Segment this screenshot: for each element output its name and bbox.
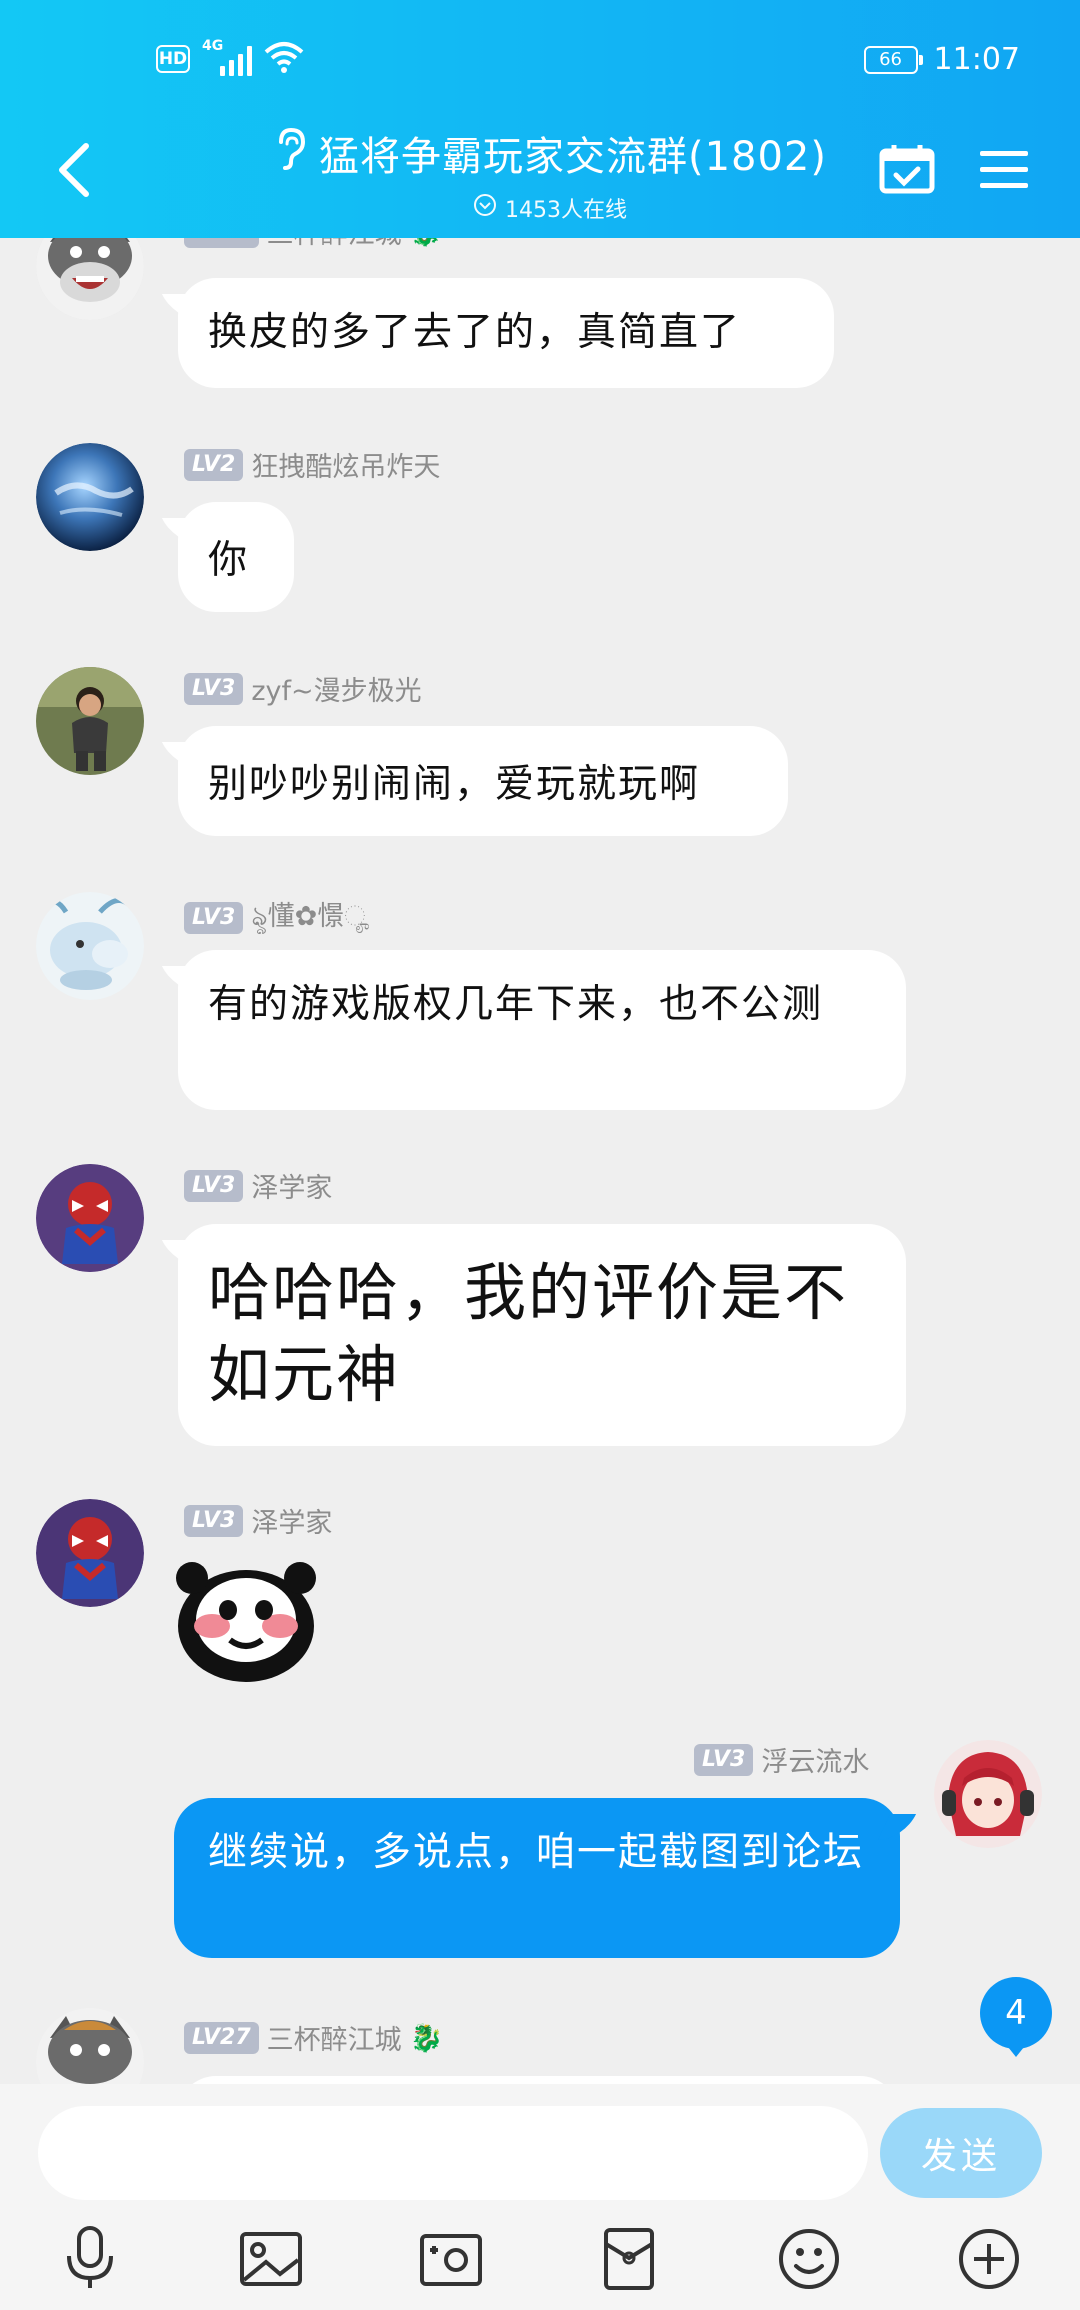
dragon-badge-icon: 🐉 bbox=[409, 2022, 444, 2054]
back-button[interactable] bbox=[50, 140, 100, 200]
network-type: 4G bbox=[202, 38, 224, 54]
plus-icon bbox=[959, 2229, 1019, 2289]
message-text: 你 bbox=[208, 538, 250, 583]
sender-meta: LV3 ৡ懂✿憬ೄ bbox=[184, 894, 370, 941]
clock: 11:07 bbox=[933, 42, 1020, 77]
message-bubble[interactable]: 别吵吵别闹闹，爱玩就玩啊 bbox=[178, 726, 788, 836]
ear-icon bbox=[273, 126, 307, 180]
sender-name[interactable]: 浮云流水 bbox=[761, 1740, 869, 1779]
level-badge: LV3 bbox=[184, 1169, 244, 1202]
wifi-icon bbox=[264, 40, 304, 78]
more-button[interactable] bbox=[954, 2224, 1024, 2294]
chevron-down-circle-icon bbox=[473, 193, 497, 223]
unread-count-badge[interactable]: 4 bbox=[980, 1977, 1052, 2057]
sender-name[interactable]: 泽学家 bbox=[251, 1501, 332, 1540]
message-text: 换皮的多了去了的，真简直了 bbox=[208, 310, 742, 355]
hamburger-menu-icon bbox=[980, 151, 1028, 188]
voice-button[interactable] bbox=[55, 2224, 125, 2294]
sender-name[interactable]: zyf~漫步极光 bbox=[251, 669, 421, 708]
battery-level: 66 bbox=[879, 49, 902, 70]
avatar[interactable] bbox=[36, 443, 144, 551]
sender-meta: LV27 三杯醉江城 🐉 bbox=[184, 2018, 443, 2057]
sender-meta: LV2 狂拽酷炫吊炸天 bbox=[184, 445, 440, 484]
message-input[interactable] bbox=[38, 2106, 868, 2200]
online-count: 1453人在线 bbox=[505, 198, 627, 223]
calendar-button[interactable] bbox=[878, 143, 936, 195]
panda-meme-sticker[interactable] bbox=[172, 1560, 320, 1684]
level-badge: LV3 bbox=[184, 1504, 244, 1537]
message-text: 别吵吵别闹闹，爱玩就玩啊 bbox=[208, 762, 701, 807]
calendar-check-icon bbox=[879, 145, 935, 194]
avatar[interactable] bbox=[934, 1740, 1042, 1848]
picture-icon bbox=[240, 2232, 302, 2286]
input-toolbar bbox=[0, 2224, 1080, 2304]
message-bubble[interactable]: 哈哈哈，我的评价是不如元神 bbox=[178, 1224, 906, 1446]
send-button[interactable]: 发送 bbox=[880, 2108, 1042, 2198]
battery-icon: 66 bbox=[863, 45, 923, 74]
chat-header: HD 4G 66 11:07 猛将争霸玩家交流群(1802) 1453人在线 bbox=[0, 0, 1080, 238]
hd-badge: HD bbox=[156, 45, 190, 73]
page-title: 猛将争霸玩家交流群(1802) bbox=[318, 134, 827, 180]
camera-button[interactable] bbox=[416, 2224, 486, 2294]
chevron-left-icon bbox=[59, 143, 89, 197]
image-button[interactable] bbox=[236, 2224, 306, 2294]
avatar[interactable] bbox=[36, 1164, 144, 1272]
sender-meta: LV3 泽学家 bbox=[184, 1166, 332, 1205]
avatar[interactable] bbox=[36, 892, 144, 1000]
avatar[interactable] bbox=[36, 1499, 144, 1607]
group-title-area[interactable]: 猛将争霸玩家交流群(1802) 1453人在线 bbox=[190, 124, 910, 224]
message-bubble[interactable]: 有的游戏版权几年下来，也不公测 bbox=[178, 950, 906, 1110]
message-bubble[interactable]: 你 bbox=[178, 502, 294, 612]
level-badge: LV3 bbox=[694, 1743, 754, 1776]
message-text: 有的游戏版权几年下来，也不公测 bbox=[208, 982, 824, 1027]
emoji-button[interactable] bbox=[774, 2224, 844, 2294]
signal-icon: 4G bbox=[202, 38, 252, 76]
message-bubble[interactable] bbox=[178, 2076, 898, 2084]
sender-meta: LV3 泽学家 bbox=[184, 1501, 332, 1540]
level-badge: LV3 bbox=[184, 672, 244, 705]
sender-name[interactable]: 泽学家 bbox=[251, 1166, 332, 1205]
level-badge: LV3 bbox=[184, 901, 244, 934]
menu-button[interactable] bbox=[978, 147, 1030, 191]
status-bar-left: HD 4G bbox=[156, 38, 304, 78]
sender-name[interactable]: ৡ懂✿憬ೄ bbox=[251, 894, 369, 941]
red-packet-button[interactable] bbox=[594, 2224, 664, 2294]
level-badge: LV2 bbox=[184, 448, 244, 481]
message-bubble[interactable]: 换皮的多了去了的，真简直了 bbox=[178, 278, 834, 388]
message-bubble[interactable]: 继续说，多说点，咱一起截图到论坛 bbox=[174, 1798, 900, 1958]
level-badge: LV27 bbox=[184, 2021, 259, 2054]
avatar[interactable] bbox=[36, 667, 144, 775]
avatar[interactable] bbox=[36, 2008, 144, 2084]
status-bar-right: 66 11:07 bbox=[863, 42, 1020, 77]
message-text: 哈哈哈，我的评价是不如元神 bbox=[208, 1256, 849, 1411]
sender-meta: LV3 浮云流水 bbox=[694, 1740, 869, 1779]
sender-meta: LV3 zyf~漫步极光 bbox=[184, 669, 422, 708]
microphone-icon bbox=[67, 2226, 113, 2288]
sender-name[interactable]: 三杯醉江城 bbox=[267, 2018, 402, 2057]
sender-name[interactable]: 狂拽酷炫吊炸天 bbox=[251, 445, 440, 484]
emoji-icon bbox=[779, 2229, 839, 2289]
message-text: 继续说，多说点，咱一起截图到论坛 bbox=[208, 1830, 865, 1875]
chat-message-list[interactable]: LV27 三杯醉江城 🐉 换皮的多了去了的，真简直了 bbox=[0, 0, 1080, 2084]
input-bar: 发送 bbox=[0, 2084, 1080, 2310]
camera-icon bbox=[420, 2234, 482, 2286]
red-packet-icon bbox=[604, 2228, 654, 2290]
